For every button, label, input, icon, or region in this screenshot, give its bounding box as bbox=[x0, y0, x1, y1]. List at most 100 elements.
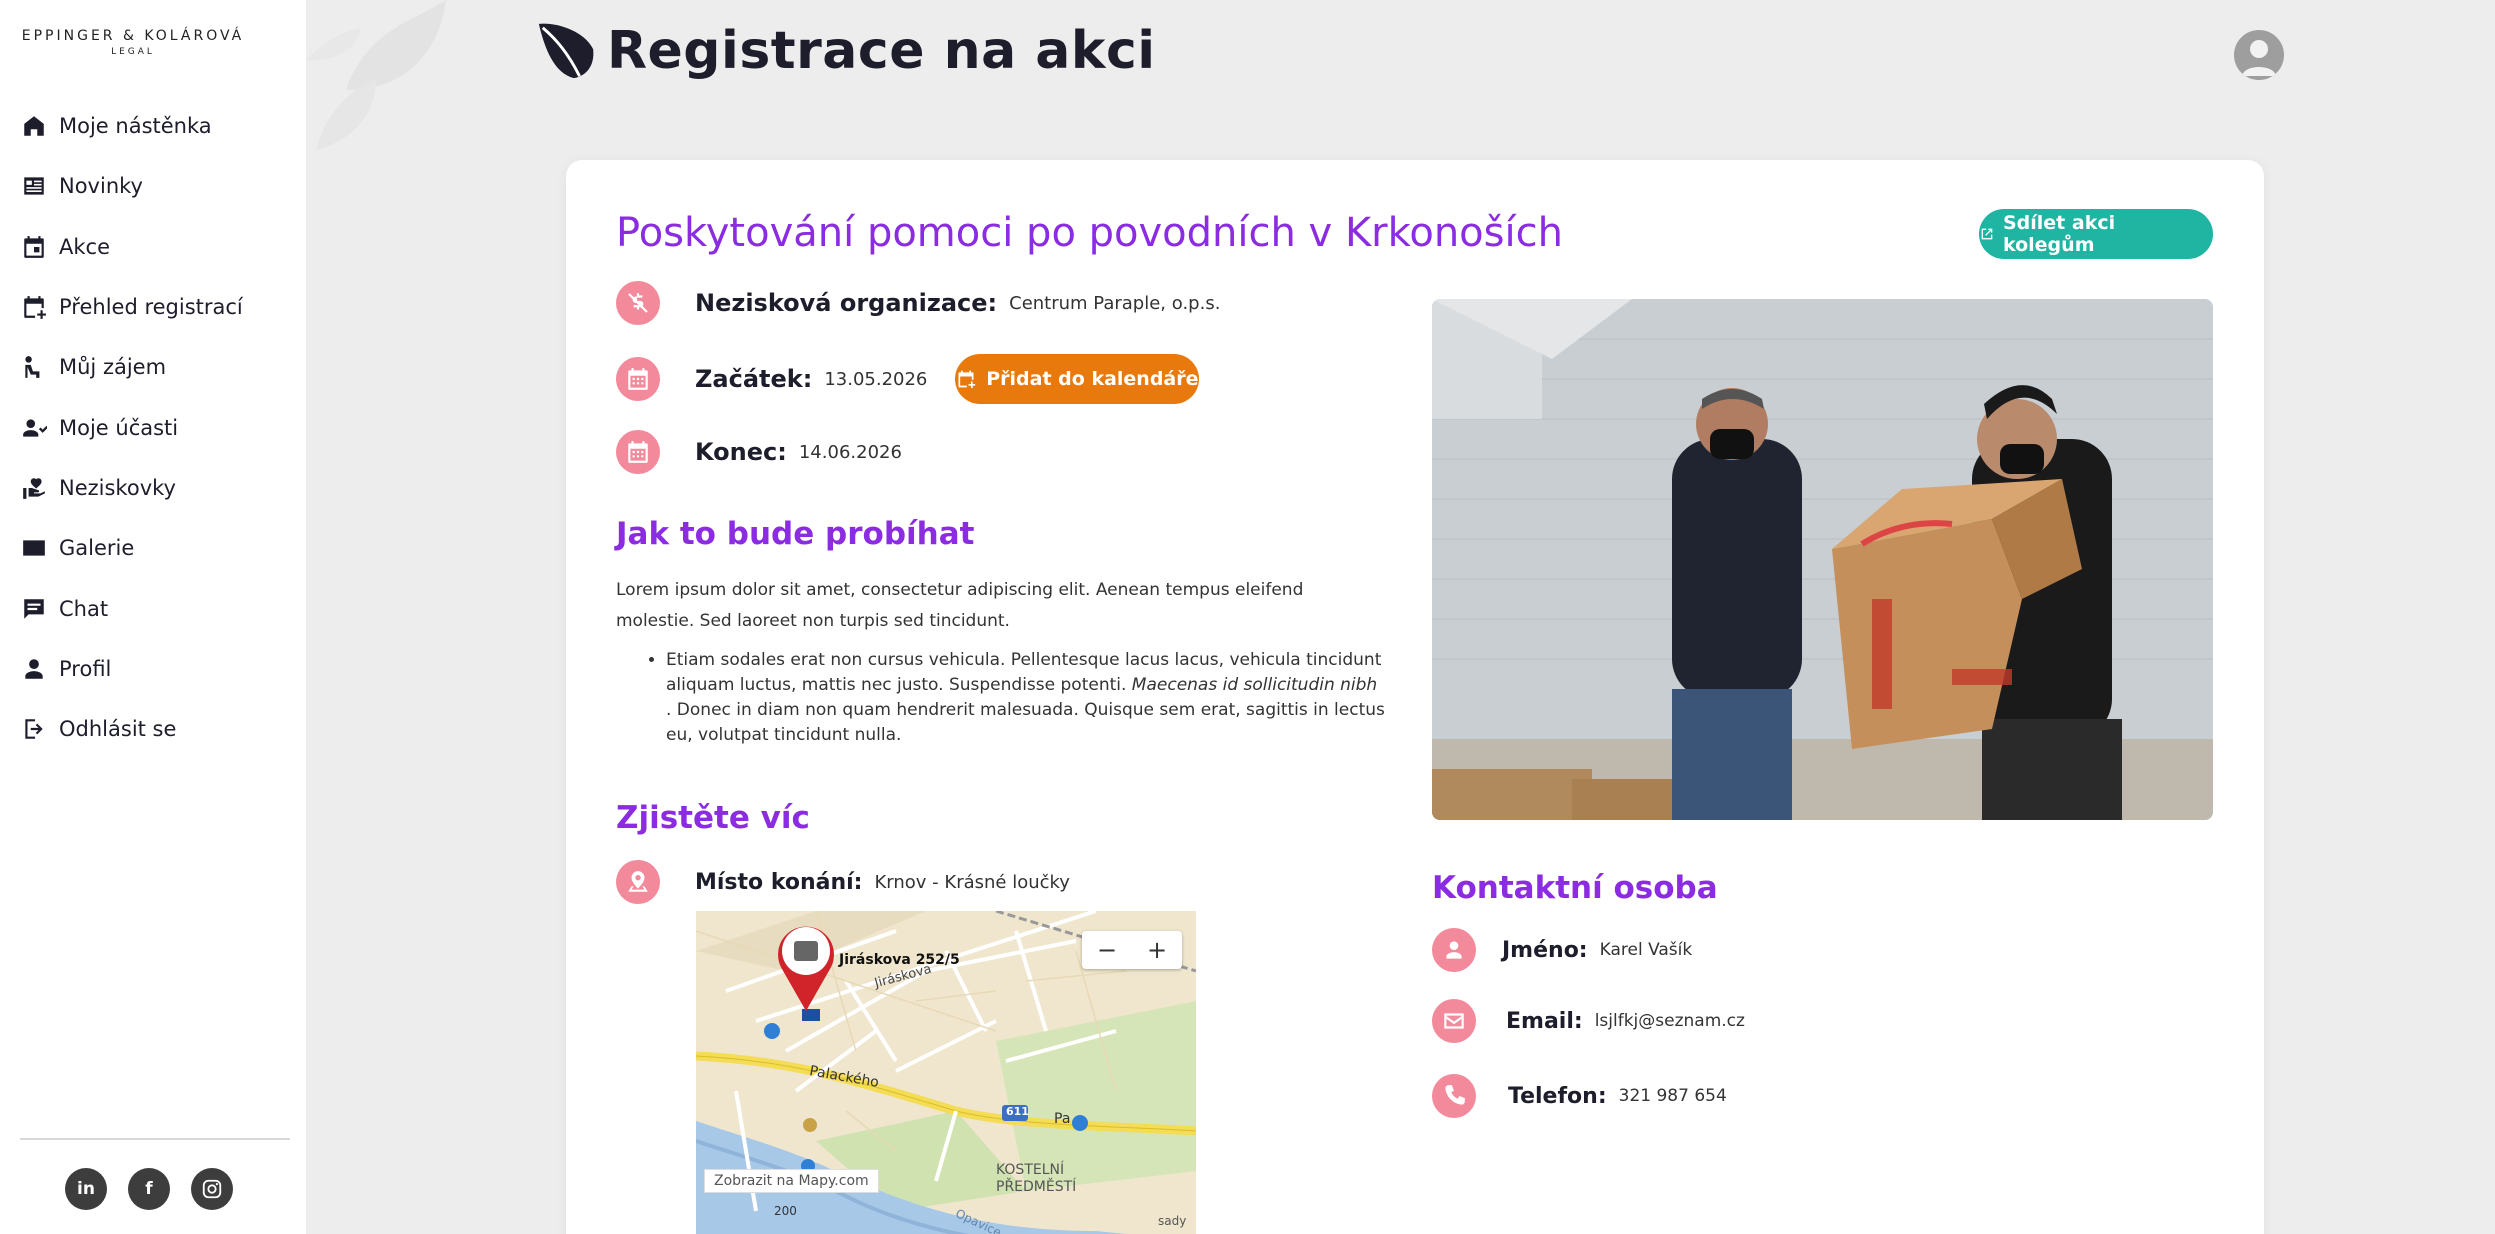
map-road-number: 611 bbox=[1006, 1105, 1029, 1118]
sidebar-item-gallery[interactable]: Galerie bbox=[0, 518, 306, 578]
contact-email-value[interactable]: lsjlfkj@seznam.cz bbox=[1595, 1011, 1745, 1031]
sidebar-item-registrations[interactable]: Přehled registrací bbox=[0, 277, 306, 337]
map-corner-label: sady bbox=[1158, 1214, 1187, 1228]
how-heading: Jak to bude probíhat bbox=[616, 516, 975, 552]
contact-email-row: Email: lsjlfkj@seznam.cz bbox=[1432, 999, 1745, 1043]
organization-value: Centrum Paraple, o.p.s. bbox=[1009, 292, 1221, 314]
sidebar-item-dashboard[interactable]: Moje nástěnka bbox=[0, 96, 306, 156]
zoom-in-button[interactable]: + bbox=[1132, 931, 1182, 969]
sidebar-item-label: Moje nástěnka bbox=[59, 114, 212, 139]
start-row: Začátek: 13.05.2026 Přidat do kalendáře bbox=[616, 354, 1200, 404]
add-to-calendar-label: Přidat do kalendáře bbox=[986, 368, 1199, 390]
end-row: Konec: 14.06.2026 bbox=[616, 430, 902, 474]
event-card: Poskytování pomoci po povodních v Krkono… bbox=[566, 160, 2264, 1234]
brand-logo[interactable]: EPPINGER & KOLÁROVÁ LEGAL bbox=[0, 28, 266, 57]
more-heading: Zjistěte víc bbox=[616, 800, 810, 836]
contact-email-label: Email: bbox=[1506, 1008, 1583, 1034]
sidebar-item-logout[interactable]: Odhlásit se bbox=[0, 699, 306, 759]
map-zoom-control: − + bbox=[1082, 931, 1182, 969]
map-street-label: Pa bbox=[1054, 1111, 1071, 1127]
sidebar-divider bbox=[20, 1138, 290, 1140]
location-icon bbox=[616, 860, 660, 904]
sidebar-item-label: Chat bbox=[59, 596, 109, 621]
start-value: 13.05.2026 bbox=[824, 368, 928, 390]
calendar-end-icon bbox=[616, 430, 660, 474]
zoom-out-button[interactable]: − bbox=[1082, 931, 1132, 969]
map-district-line: PŘEDMĚSTÍ bbox=[996, 1179, 1077, 1195]
organization-row: Nezisková organizace: Centrum Paraple, o… bbox=[616, 281, 1220, 325]
avatar-person-icon bbox=[2242, 40, 2276, 76]
location-map[interactable]: Jiráskova 252/5 Jiráskova Palackého Pa 6… bbox=[696, 911, 1196, 1234]
no-money-icon bbox=[616, 281, 660, 325]
gallery-icon bbox=[20, 535, 47, 562]
news-icon bbox=[20, 173, 47, 200]
sidebar-item-label: Moje účasti bbox=[59, 415, 179, 440]
sidebar-nav: Moje nástěnka Novinky Akce Přehled regis… bbox=[0, 96, 306, 759]
page-title: Registrace na akci bbox=[535, 20, 1156, 82]
bullet-italic-text: Maecenas id sollicitudin nibh bbox=[1131, 675, 1378, 695]
contact-name-row: Jméno: Karel Vašík bbox=[1432, 928, 1692, 972]
phone-icon bbox=[1432, 1074, 1476, 1118]
mail-icon bbox=[1432, 999, 1476, 1043]
contact-phone-label: Telefon: bbox=[1508, 1083, 1607, 1109]
end-value: 14.06.2026 bbox=[798, 441, 902, 463]
event-photo bbox=[1432, 299, 2213, 820]
linkedin-icon[interactable]: in bbox=[65, 1168, 107, 1210]
chat-icon bbox=[20, 595, 47, 622]
facebook-icon[interactable]: f bbox=[128, 1168, 170, 1210]
sidebar-item-chat[interactable]: Chat bbox=[0, 578, 306, 638]
person-icon bbox=[20, 655, 47, 682]
calendar-start-icon bbox=[616, 357, 660, 401]
sidebar-item-label: Akce bbox=[59, 234, 110, 259]
volunteers-photo bbox=[1432, 299, 2213, 820]
contact-heading: Kontaktní osoba bbox=[1432, 870, 1718, 906]
brand-subtitle: LEGAL bbox=[111, 47, 155, 57]
volunteer-hands-icon bbox=[20, 474, 47, 501]
calendar-add-icon bbox=[958, 370, 976, 389]
sidebar-item-nonprofits[interactable]: Neziskovky bbox=[0, 458, 306, 518]
sidebar-item-events[interactable]: Akce bbox=[0, 217, 306, 277]
place-label: Místo konání: bbox=[695, 869, 863, 895]
social-links: in f bbox=[65, 1168, 233, 1210]
sidebar-item-news[interactable]: Novinky bbox=[0, 156, 306, 216]
place-row: Místo konání: Krnov - Krásné loučky bbox=[616, 860, 1070, 904]
calendar-add-icon bbox=[20, 294, 47, 321]
sidebar-item-label: Přehled registrací bbox=[59, 295, 243, 320]
sidebar-item-label: Můj zájem bbox=[59, 355, 167, 380]
sidebar-item-interest[interactable]: Můj zájem bbox=[0, 337, 306, 397]
map-scale: 200 bbox=[774, 1204, 797, 1218]
place-value: Krnov - Krásné loučky bbox=[874, 871, 1070, 893]
contact-phone-value[interactable]: 321 987 654 bbox=[1619, 1086, 1727, 1106]
leaf-logo-icon bbox=[538, 23, 594, 79]
map-district-line: KOSTELNÍ bbox=[996, 1162, 1065, 1178]
person-check-icon bbox=[20, 414, 47, 441]
event-bullet-list: Etiam sodales erat non cursus vehicula. … bbox=[616, 648, 1386, 748]
brand-name: EPPINGER & KOLÁROVÁ bbox=[21, 28, 245, 44]
interest-icon bbox=[20, 354, 47, 381]
open-in-mapy-link[interactable]: Zobrazit na Mapy.com bbox=[704, 1169, 879, 1193]
organization-label: Nezisková organizace: bbox=[695, 289, 998, 317]
contact-phone-row: Telefon: 321 987 654 bbox=[1432, 1074, 1727, 1118]
sidebar-item-label: Novinky bbox=[59, 174, 143, 199]
sidebar-item-label: Odhlásit se bbox=[59, 717, 177, 742]
person-circle-icon bbox=[1432, 928, 1476, 972]
avatar[interactable] bbox=[2234, 30, 2284, 80]
add-to-calendar-button[interactable]: Přidat do kalendáře bbox=[955, 354, 1200, 404]
sidebar-item-label: Galerie bbox=[59, 536, 135, 561]
home-icon bbox=[20, 113, 47, 140]
end-label: Konec: bbox=[695, 438, 787, 466]
sidebar-item-label: Neziskovky bbox=[59, 475, 176, 500]
event-title: Poskytování pomoci po povodních v Krkono… bbox=[616, 210, 1563, 256]
list-item: Etiam sodales erat non cursus vehicula. … bbox=[666, 648, 1386, 748]
share-event-button[interactable]: Sdílet akci kolegům bbox=[1979, 209, 2213, 259]
external-link-icon bbox=[1981, 228, 1993, 240]
logout-icon bbox=[20, 716, 47, 743]
bullet-text-part-2: . Donec in diam non quam hendrerit males… bbox=[666, 700, 1385, 745]
start-label: Začátek: bbox=[695, 365, 813, 393]
sidebar: EPPINGER & KOLÁROVÁ LEGAL Moje nástěnka … bbox=[0, 0, 306, 1234]
contact-name-value: Karel Vašík bbox=[1599, 940, 1693, 960]
sidebar-item-profile[interactable]: Profil bbox=[0, 639, 306, 699]
decorative-leaves-icon bbox=[306, 0, 446, 150]
sidebar-item-participations[interactable]: Moje účasti bbox=[0, 397, 306, 457]
instagram-icon[interactable] bbox=[191, 1168, 233, 1210]
